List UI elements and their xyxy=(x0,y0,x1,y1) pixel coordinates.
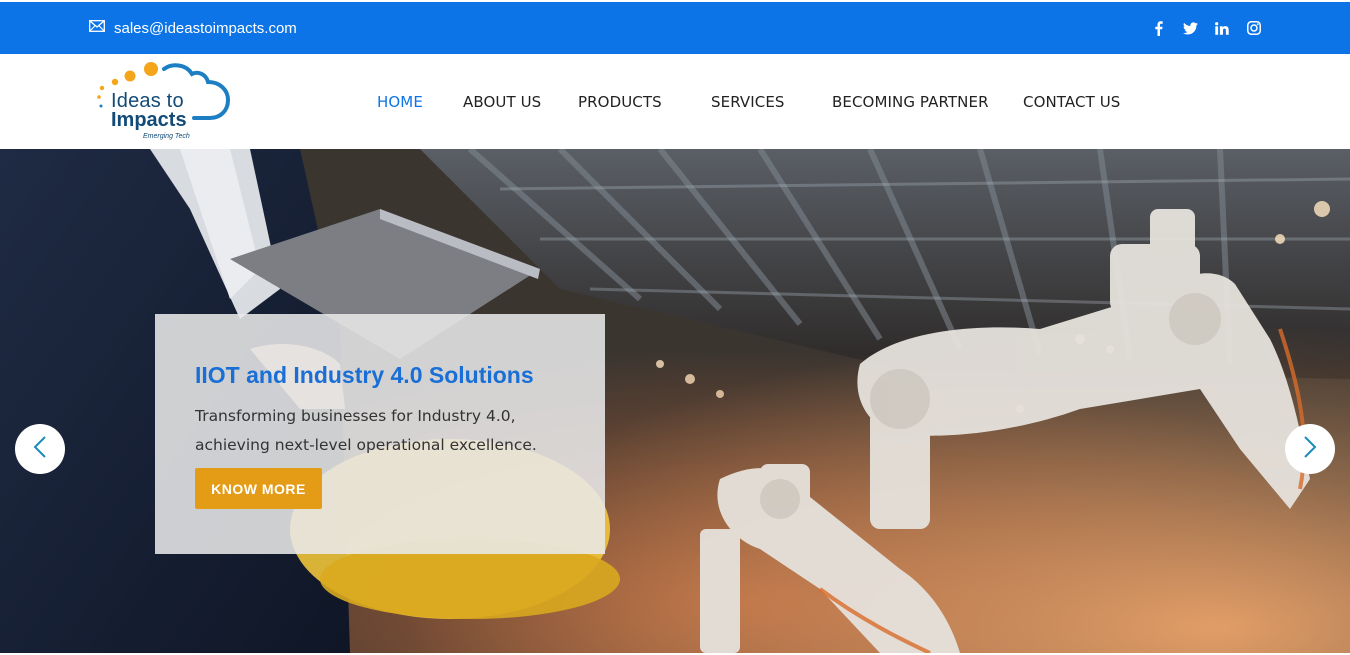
email-address[interactable]: sales@ideastoimpacts.com xyxy=(114,20,297,37)
hero-caption-box: IIOT and Industry 4.0 Solutions Transfor… xyxy=(155,314,605,554)
nav-products[interactable]: PRODUCTS xyxy=(578,93,662,111)
facebook-icon[interactable] xyxy=(1150,20,1166,36)
top-bar: sales@ideastoimpacts.com xyxy=(0,2,1350,54)
twitter-icon[interactable] xyxy=(1182,20,1198,36)
nav-becoming-partner[interactable]: BECOMING PARTNER xyxy=(832,93,989,111)
hero-title: IIOT and Industry 4.0 Solutions xyxy=(195,362,534,388)
nav-contact-us[interactable]: CONTACT US xyxy=(1023,93,1120,111)
email-contact[interactable]: sales@ideastoimpacts.com xyxy=(89,2,297,54)
envelope-icon xyxy=(89,19,105,37)
site-header: Ideas to Impacts Emerging Tech HOME ABOU… xyxy=(0,54,1350,149)
nav-services[interactable]: SERVICES xyxy=(711,93,785,111)
main-navigation: HOME ABOUT US PRODUCTS SERVICES BECOMING… xyxy=(0,54,1350,149)
chevron-left-icon xyxy=(33,435,47,464)
hero-slider: IIOT and Industry 4.0 Solutions Transfor… xyxy=(0,149,1350,653)
social-links xyxy=(1150,2,1262,54)
nav-home[interactable]: HOME xyxy=(377,93,423,111)
slider-prev-button[interactable] xyxy=(15,424,65,474)
chevron-right-icon xyxy=(1303,435,1317,464)
know-more-button[interactable]: KNOW MORE xyxy=(195,468,322,509)
nav-about-us[interactable]: ABOUT US xyxy=(463,93,541,111)
slider-next-button[interactable] xyxy=(1285,424,1335,474)
linkedin-icon[interactable] xyxy=(1214,20,1230,36)
instagram-icon[interactable] xyxy=(1246,20,1262,36)
hero-description: Transforming businesses for Industry 4.0… xyxy=(195,407,537,454)
